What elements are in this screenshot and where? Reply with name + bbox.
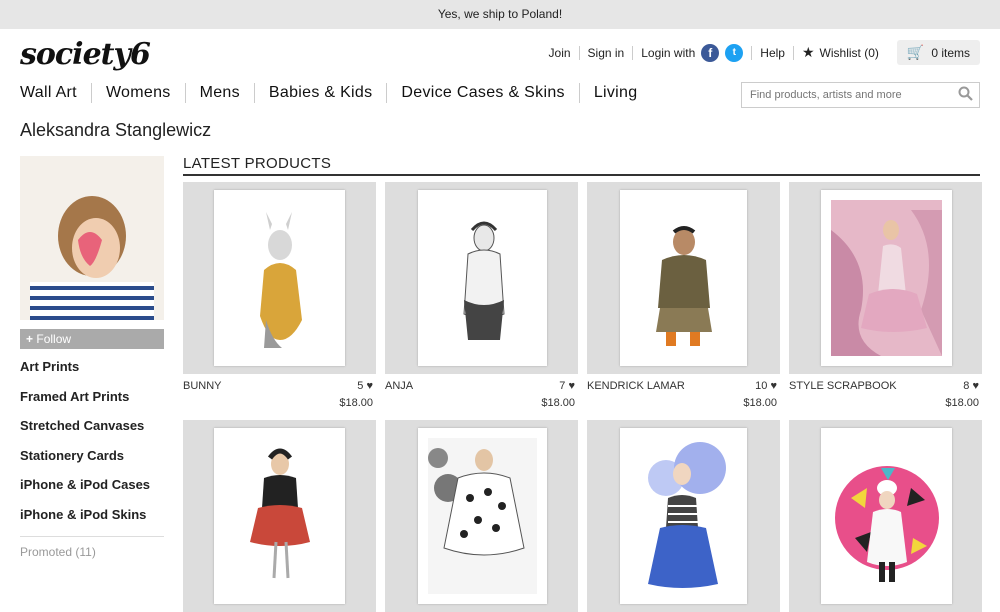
product-title[interactable]: STYLE SCRAPBOOK <box>789 380 897 392</box>
divider <box>792 45 794 60</box>
facebook-icon[interactable]: f <box>701 43 720 62</box>
site-logo[interactable]: society6 <box>20 37 151 72</box>
like-count-value: 5 <box>357 380 364 392</box>
nav-babies-kids[interactable]: Babies & Kids <box>253 83 387 103</box>
product-price: $18.00 <box>541 397 575 409</box>
nav-wall-art[interactable]: Wall Art <box>20 83 91 103</box>
site-header: society6 Join Sign in Login with f t Hel… <box>0 29 1000 79</box>
divider <box>751 45 753 60</box>
product-thumbnail[interactable] <box>587 182 780 374</box>
sidebar-item-stationery-cards[interactable]: Stationery Cards <box>20 446 164 476</box>
star-icon: ★ <box>801 44 815 60</box>
product-title[interactable]: ANJA <box>385 380 413 392</box>
product-price: $18.00 <box>945 397 979 409</box>
nav-device-cases[interactable]: Device Cases & Skins <box>386 83 578 103</box>
like-count[interactable]: 8 ♥ <box>963 380 979 392</box>
like-count-value: 8 <box>963 380 970 392</box>
cart-icon: 🛒 <box>906 44 925 60</box>
heart-icon: ♥ <box>770 380 777 392</box>
login-with-label: Login with <box>641 45 696 60</box>
like-count[interactable]: 7 ♥ <box>559 380 575 392</box>
artist-name: Aleksandra Stanglewicz <box>20 120 212 140</box>
product-thumbnail[interactable] <box>385 420 578 612</box>
heart-icon: ♥ <box>568 380 575 392</box>
product-card[interactable] <box>789 420 982 612</box>
product-thumbnail[interactable] <box>183 182 376 374</box>
product-price: $18.00 <box>339 397 373 409</box>
product-card[interactable]: ANJA 7 ♥ $18.00 <box>385 182 578 412</box>
sign-in-link[interactable]: Sign in <box>588 46 625 60</box>
heart-icon: ♥ <box>972 380 979 392</box>
product-title[interactable]: KENDRICK LAMAR <box>587 380 685 392</box>
sidebar-item-stretched-canvases[interactable]: Stretched Canvases <box>20 416 164 446</box>
product-card[interactable]: KENDRICK LAMAR 10 ♥ $18.00 <box>587 182 780 412</box>
follow-button[interactable]: + Follow <box>20 329 164 349</box>
product-card[interactable]: BUNNY 5 ♥ $18.00 <box>183 182 376 412</box>
section-title: LATEST PRODUCTS <box>183 155 980 176</box>
nav-mens[interactable]: Mens <box>184 83 254 103</box>
cart-label: 0 items <box>931 45 970 60</box>
avatar[interactable] <box>20 156 164 320</box>
product-thumbnail[interactable] <box>789 182 982 374</box>
sidebar-item-art-prints[interactable]: Art Prints <box>20 357 164 387</box>
product-type-list: Art Prints Framed Art Prints Stretched C… <box>20 357 164 534</box>
nav-womens[interactable]: Womens <box>90 83 185 103</box>
follow-label: Follow <box>36 332 72 346</box>
product-title[interactable]: BUNNY <box>183 380 222 392</box>
join-link[interactable]: Join <box>549 46 571 60</box>
like-count-value: 10 <box>755 380 768 392</box>
like-count-value: 7 <box>559 380 566 392</box>
wishlist-label: Wishlist (0) <box>819 45 879 60</box>
nav-living[interactable]: Living <box>578 83 652 103</box>
cart-button[interactable]: 🛒 0 items <box>896 40 980 65</box>
search-box <box>741 82 980 108</box>
sidebar-item-iphone-skins[interactable]: iPhone & iPod Skins <box>20 505 164 535</box>
sidebar-item-iphone-cases[interactable]: iPhone & iPod Cases <box>20 475 164 505</box>
product-card[interactable] <box>385 420 578 612</box>
account-links: Join Sign in Login with f t Help ★ Wishl… <box>549 40 980 65</box>
divider <box>578 45 580 60</box>
product-thumbnail[interactable] <box>789 420 982 612</box>
product-card[interactable]: STYLE SCRAPBOOK 8 ♥ $18.00 <box>789 182 982 412</box>
divider <box>632 45 634 60</box>
product-card[interactable] <box>587 420 780 612</box>
artist-sidebar: + Follow Art Prints Framed Art Prints St… <box>20 156 164 559</box>
plus-icon: + <box>26 332 34 346</box>
product-price: $18.00 <box>743 397 777 409</box>
sidebar-item-framed-art-prints[interactable]: Framed Art Prints <box>20 387 164 417</box>
sidebar-item-promoted[interactable]: Promoted (11) <box>20 536 164 559</box>
product-thumbnail[interactable] <box>183 420 376 612</box>
search-icon[interactable] <box>958 86 973 105</box>
shipping-banner: Yes, we ship to Poland! <box>0 0 1000 29</box>
twitter-icon[interactable]: t <box>725 43 744 62</box>
heart-icon: ♥ <box>366 380 373 392</box>
product-thumbnail[interactable] <box>587 420 780 612</box>
like-count[interactable]: 5 ♥ <box>357 380 373 392</box>
product-thumbnail[interactable] <box>385 182 578 374</box>
product-card[interactable] <box>183 420 376 612</box>
search-input[interactable] <box>742 83 942 107</box>
help-link[interactable]: Help <box>760 46 785 60</box>
like-count[interactable]: 10 ♥ <box>755 380 777 392</box>
wishlist-link[interactable]: ★ Wishlist (0) <box>802 44 879 61</box>
